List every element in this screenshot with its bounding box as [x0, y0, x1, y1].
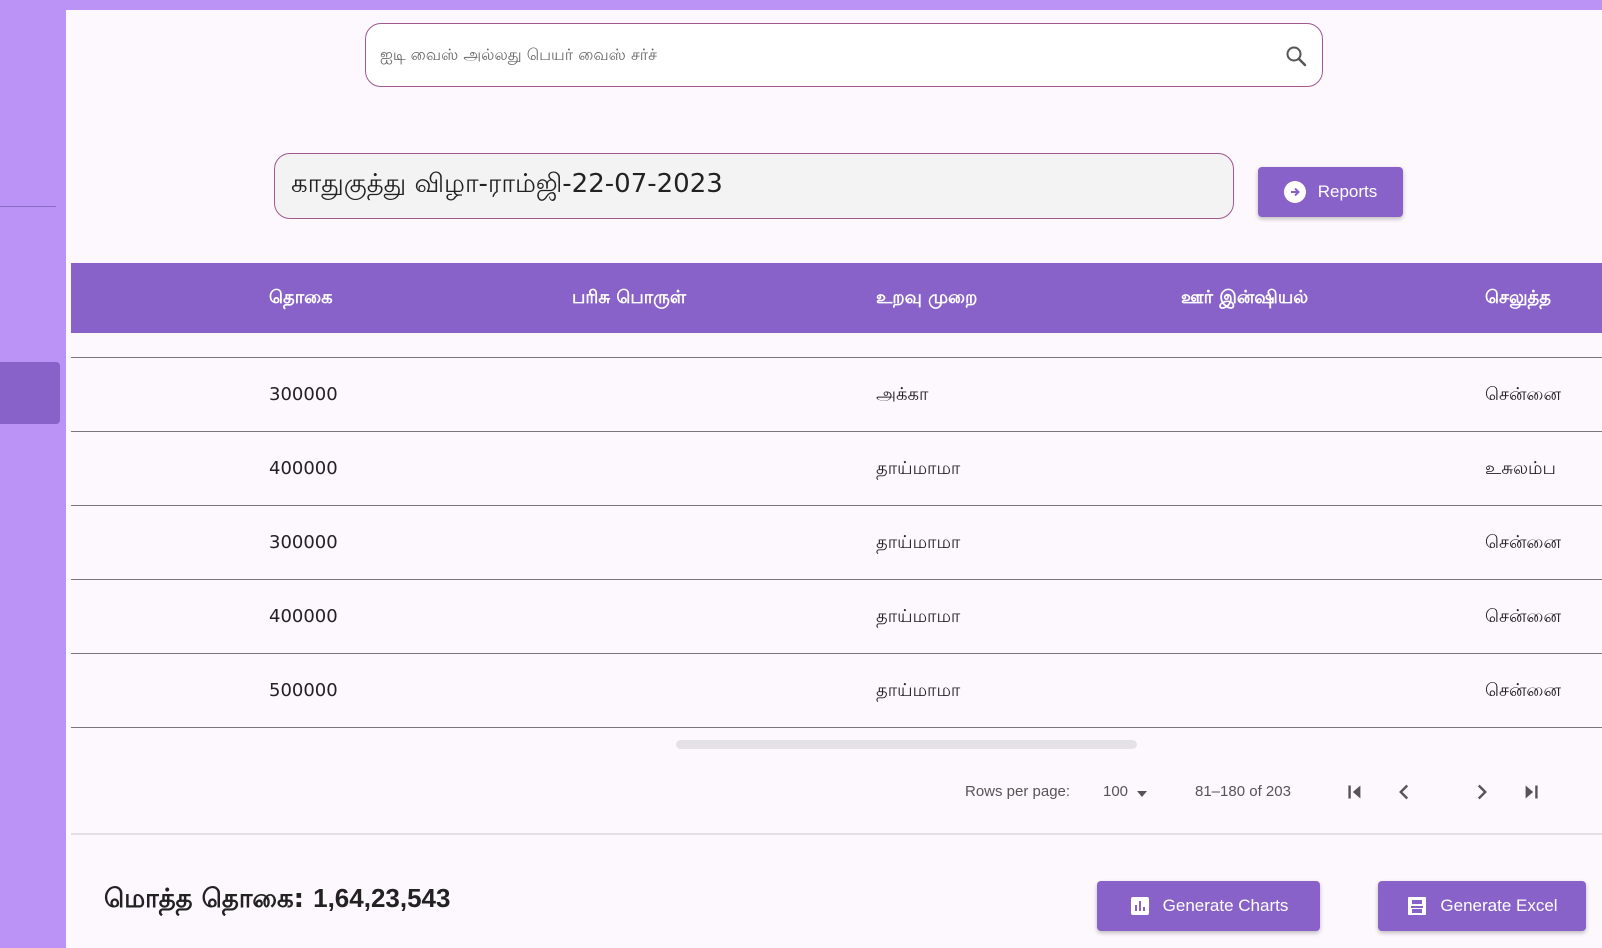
first-page-icon[interactable]	[1342, 779, 1368, 805]
search-input[interactable]: ஐடி வைஸ் அல்லது பெயர் வைஸ் சர்ச்	[365, 23, 1323, 87]
sidebar-active-item[interactable]	[0, 362, 60, 424]
data-table: தொகை பரிசு பொருள் உறவு முறை ஊர் இன்ஷியல்…	[71, 263, 1602, 835]
reports-label: Reports	[1317, 182, 1378, 201]
column-header-gift[interactable]: பரிசு பொருள்	[572, 263, 686, 333]
cell-place: சென்னை	[1485, 680, 1561, 701]
page-range: 81–180 of 203	[1195, 783, 1291, 800]
event-title-field[interactable]: காதுகுத்து விழா-ராம்ஜி-22-07-2023	[274, 153, 1234, 219]
spreadsheet-icon	[1408, 897, 1427, 915]
rows-per-page-label: Rows per page:	[965, 783, 1071, 800]
dropdown-arrow-icon[interactable]	[1135, 789, 1149, 799]
event-title: காதுகுத்து விழா-ராம்ஜி-22-07-2023	[291, 169, 723, 199]
cell-relation: தாய்மாமா	[876, 532, 961, 553]
bar-chart-icon	[1130, 897, 1149, 915]
total-amount: மொத்த தொகை: 1,64,23,543	[104, 883, 450, 917]
previous-page-icon[interactable]	[1391, 779, 1417, 805]
search-placeholder: ஐடி வைஸ் அல்லது பெயர் வைஸ் சர்ச்	[380, 45, 658, 64]
arrow-circle-icon	[1283, 181, 1306, 203]
table-header: தொகை பரிசு பொருள் உறவு முறை ஊர் இன்ஷியல்…	[71, 263, 1602, 333]
generate-charts-button[interactable]: Generate Charts	[1097, 881, 1320, 931]
cell-relation: தாய்மாமா	[876, 606, 961, 627]
table-row[interactable]: 500000 தாய்மாமா சென்னை	[71, 654, 1602, 728]
table-row[interactable]: 400000 தாய்மாமா உசுலம்ப	[71, 432, 1602, 506]
cell-relation: தாய்மாமா	[876, 680, 961, 701]
table-bottom-border	[71, 833, 1602, 835]
rows-per-page-select[interactable]: 100	[1103, 783, 1128, 800]
table-row[interactable]: 300000 தாய்மாமா சென்னை	[71, 506, 1602, 580]
cell-place: சென்னை	[1485, 384, 1561, 405]
table-row[interactable]: 400000 தாய்மாமா சென்னை	[71, 580, 1602, 654]
cell-place: சென்னை	[1485, 606, 1561, 627]
cell-amount: 400000	[269, 606, 338, 627]
sidebar	[0, 0, 66, 948]
reports-button[interactable]: Reports	[1258, 167, 1403, 217]
cell-place: உசுலம்ப	[1485, 458, 1556, 479]
sidebar-divider	[0, 206, 56, 207]
total-value: 1,64,23,543	[313, 883, 451, 913]
main-content: ஐடி வைஸ் அல்லது பெயர் வைஸ் சர்ச் காதுகுத…	[66, 10, 1602, 948]
column-header-amount[interactable]: தொகை	[269, 263, 333, 333]
generate-charts-label: Generate Charts	[1162, 896, 1289, 915]
cell-amount: 400000	[269, 458, 338, 479]
column-header-place[interactable]: செலுத்த	[1485, 263, 1551, 333]
cell-amount: 300000	[269, 384, 338, 405]
total-label: மொத்த தொகை:	[104, 884, 305, 914]
column-header-relation[interactable]: உறவு முறை	[876, 263, 977, 333]
last-page-icon[interactable]	[1518, 779, 1544, 805]
next-page-icon[interactable]	[1469, 779, 1495, 805]
cell-relation: அக்கா	[876, 384, 929, 405]
cell-amount: 300000	[269, 532, 338, 553]
table-row[interactable]: 300000 அக்கா சென்னை	[71, 358, 1602, 432]
generate-excel-button[interactable]: Generate Excel	[1378, 881, 1586, 931]
search-icon[interactable]	[1284, 44, 1308, 68]
horizontal-scrollbar[interactable]	[676, 740, 1137, 749]
generate-excel-label: Generate Excel	[1440, 896, 1558, 915]
cell-place: சென்னை	[1485, 532, 1561, 553]
pagination: Rows per page: 100 81–180 of 203	[71, 763, 1602, 823]
cell-relation: தாய்மாமா	[876, 458, 961, 479]
cell-amount: 500000	[269, 680, 338, 701]
column-header-initial[interactable]: ஊர் இன்ஷியல்	[1181, 263, 1308, 333]
